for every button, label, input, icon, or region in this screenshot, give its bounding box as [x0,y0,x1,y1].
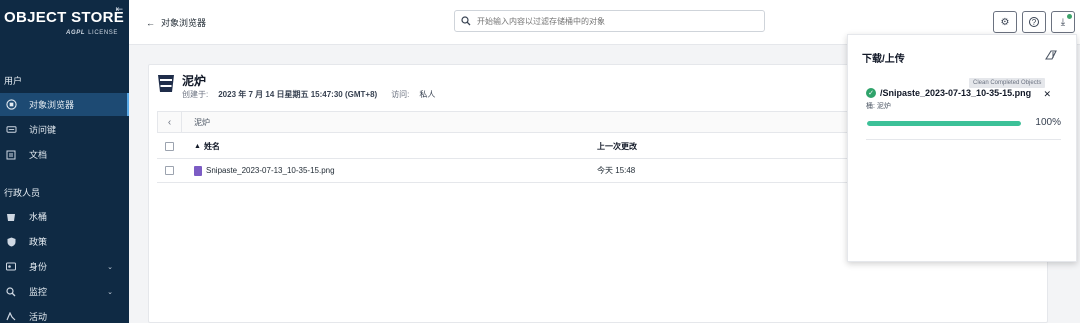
upload-name-row: ✓ /Snipaste_2023-07-13_10-35-15.png [866,88,1061,98]
search-icon [461,16,471,26]
clean-completed-tooltip: Clean Completed Objects [969,78,1046,88]
sidebar-item-label: 文档 [29,150,48,160]
help-button[interactable]: ? [1022,11,1046,33]
chevron-left-icon: ‹ [167,116,172,128]
logo-agpl: AGPL [66,30,86,36]
created-label: 创建于: [182,90,209,99]
back-label: 对象浏览器 [161,18,207,28]
settings-button[interactable]: ⚙ [993,11,1017,33]
back-to-object-browser[interactable]: ← 对象浏览器 [146,16,206,29]
gear-icon: ⚙ [1000,16,1010,28]
sidebar: OBJECT STORE AGPL LICENSE ⇤ 用户 对象浏览器 访问键 … [0,0,129,323]
path-back-button[interactable]: ‹ [158,112,182,132]
section-user: 用户 [4,76,23,86]
chevron-down-icon: ⌄ [107,263,113,271]
upload-progress-bar [867,121,1021,126]
divider [866,139,1061,140]
clean-completed-icon[interactable] [1044,49,1058,64]
search-input[interactable] [477,16,757,26]
downloads-indicator [1067,14,1072,19]
key-icon [5,124,17,136]
sidebar-item-activity[interactable]: 活动 [0,305,129,323]
download-icon: ⤓ [1060,16,1066,28]
close-icon[interactable]: ✕ [1043,89,1051,100]
section-admin: 行政人员 [4,188,41,198]
identity-icon [5,261,17,273]
help-icon: ? [1029,17,1039,27]
created-value: 2023 年 7 月 14 日星期五 15:47:30 (GMT+8) [218,90,378,99]
access-label: 访问: [391,90,410,99]
sidebar-item-policies[interactable]: 政策 [0,230,129,253]
logo: OBJECT STORE AGPL LICENSE [4,9,125,36]
sidebar-item-label: 活动 [29,312,48,322]
sidebar-item-docs[interactable]: 文档 [0,143,129,166]
sort-asc-icon: ▲ [194,143,201,150]
access-value: 私人 [419,90,436,99]
bucket-meta: 创建于: 2023 年 7 月 14 日星期五 15:47:30 (GMT+8) 访… [182,89,435,100]
file-modified: 今天 15:48 [597,166,636,175]
search-box[interactable] [454,10,765,32]
collapse-sidebar-icon[interactable]: ⇤ [115,4,123,15]
row-name[interactable]: Snipaste_2023-07-13_10-35-15.png [194,165,335,176]
sidebar-item-monitoring[interactable]: 监控 ⌄ [0,280,129,303]
image-file-icon [194,165,202,176]
check-circle-icon: ✓ [866,88,876,98]
sidebar-item-access-keys[interactable]: 访问键 [0,118,129,141]
downloads-button[interactable]: ⤓ [1051,11,1075,33]
monitor-icon [5,286,17,298]
select-all-checkbox[interactable] [165,142,174,151]
sidebar-item-label: 水桶 [29,212,48,222]
upload-progress-fill [867,121,1021,126]
sidebar-item-label: 身份 [29,262,48,272]
downloads-panel: 下载/上传 Clean Completed Objects ✓ /Snipast… [847,34,1077,262]
sidebar-item-label: 监控 [29,287,48,297]
upload-file-name: /Snipaste_2023-07-13_10-35-15.png [880,88,1032,98]
sidebar-item-object-browser[interactable]: 对象浏览器 [0,93,129,116]
bucket-icon [5,211,17,223]
column-name-label: 姓名 [203,142,220,151]
logo-title: OBJECT STORE [4,9,125,26]
logo-license: AGPL LICENSE [66,30,118,36]
activity-icon [5,311,17,323]
row-checkbox[interactable] [165,166,174,175]
sidebar-item-label: 政策 [29,237,48,247]
panel-title: 下载/上传 [862,54,905,65]
bucket-name: 泥炉 [182,74,207,88]
column-name[interactable]: ▲ 姓名 [194,141,220,152]
logo-license-text: LICENSE [88,30,118,36]
sidebar-item-identity[interactable]: 身份 ⌄ [0,255,129,278]
policy-icon [5,236,17,248]
docs-icon [5,149,17,161]
arrow-left-icon: ← [146,17,155,28]
file-name: Snipaste_2023-07-13_10-35-15.png [206,166,335,175]
upload-item: ✓ /Snipaste_2023-07-13_10-35-15.png ✕ 桶:… [866,88,1061,128]
sidebar-item-label: 访问键 [29,125,57,135]
sidebar-item-buckets[interactable]: 水桶 [0,205,129,228]
sidebar-item-label: 对象浏览器 [29,100,75,110]
breadcrumb-path: 泥炉 [194,117,210,127]
upload-bucket: 桶: 泥炉 [866,103,891,110]
upload-progress-label: 100% [1035,117,1061,128]
column-modified[interactable]: 上一次更改 [597,141,637,152]
browser-icon [5,99,17,111]
chevron-down-icon: ⌄ [107,288,113,296]
bucket-icon [158,75,174,92]
